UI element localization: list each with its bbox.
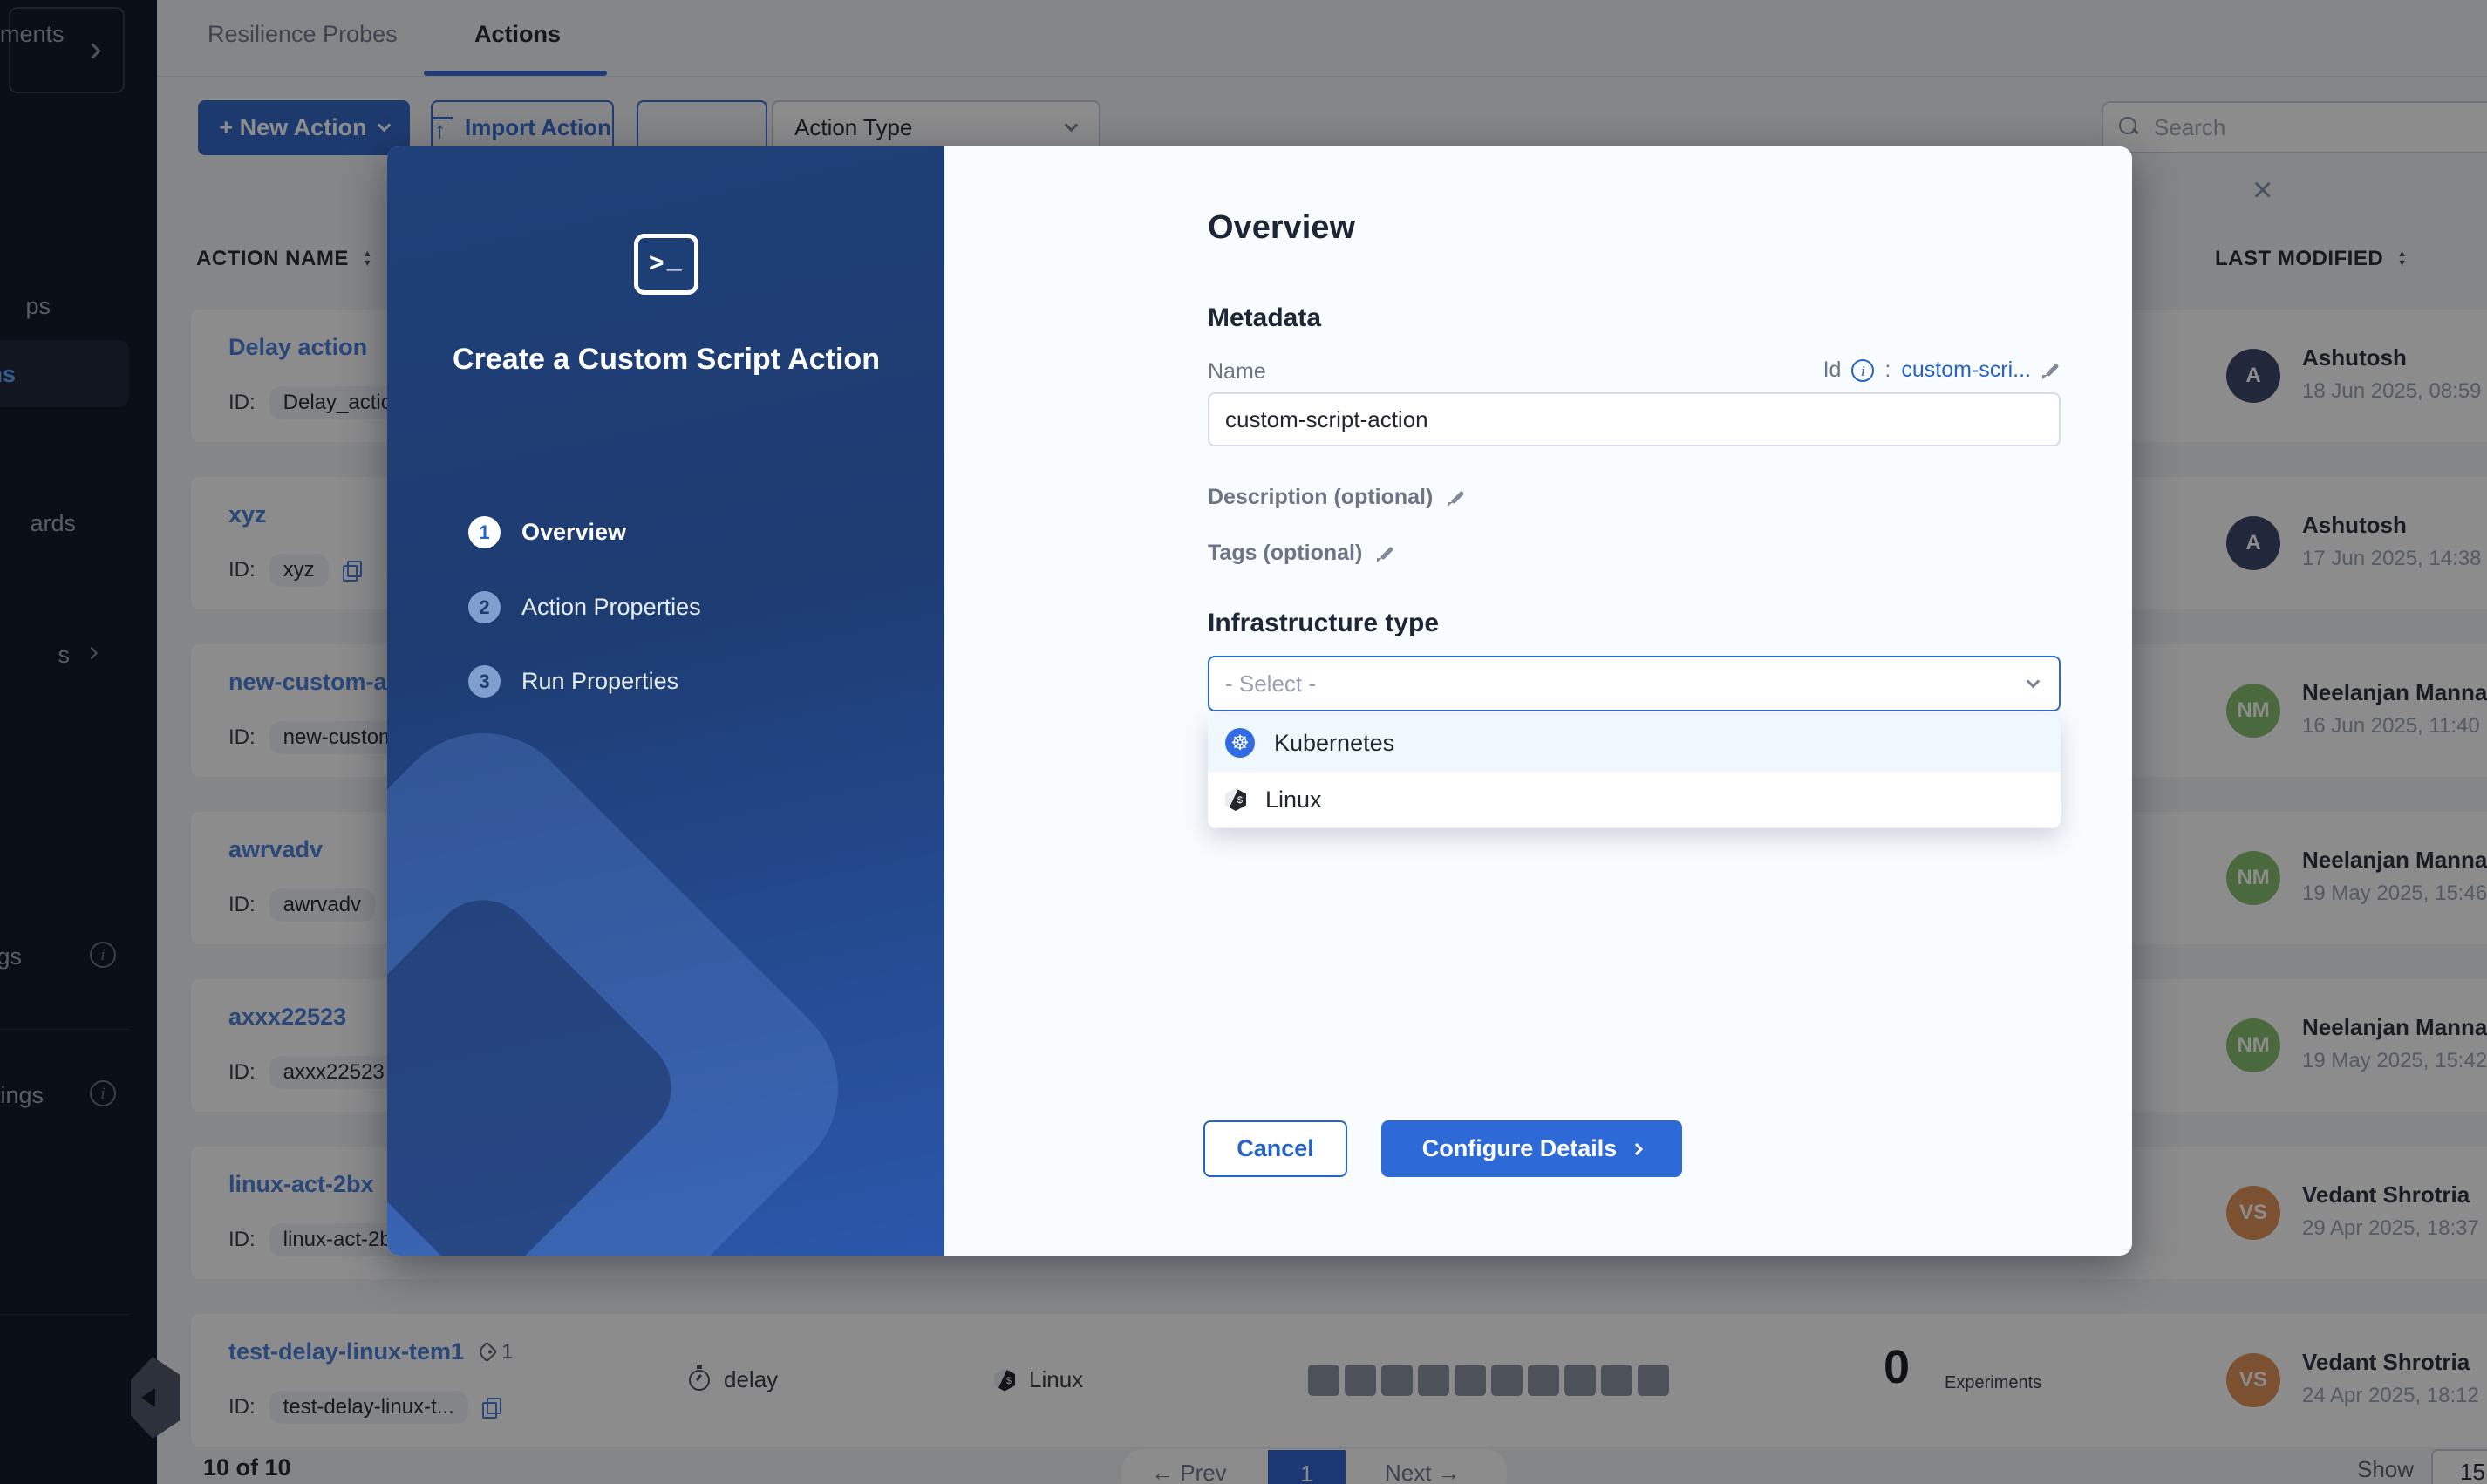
cancel-button[interactable]: Cancel xyxy=(1203,1120,1347,1177)
info-icon[interactable]: i xyxy=(1851,359,1874,382)
id-row: Id i : custom-scri... xyxy=(1208,357,2061,383)
step-number: 3 xyxy=(468,665,501,698)
create-custom-script-action-modal: >_ Create a Custom Script Action 1 Overvi… xyxy=(387,146,2132,1256)
kubernetes-icon: ☸ xyxy=(1225,728,1255,758)
id-label: Id xyxy=(1823,357,1842,383)
step-label: Run Properties xyxy=(521,668,678,695)
configure-details-label: Configure Details xyxy=(1422,1135,1618,1162)
app-root: mentspsonsardssgsiettingsi Resilience Pr… xyxy=(0,0,2487,1484)
name-input[interactable] xyxy=(1208,392,2061,446)
select-placeholder: - Select - xyxy=(1225,671,1316,698)
close-icon[interactable]: × xyxy=(2252,173,2272,208)
step-label: Overview xyxy=(521,519,626,546)
infrastructure-type-select[interactable]: - Select - xyxy=(1208,656,2061,711)
chevron-right-icon xyxy=(1631,1142,1643,1154)
edit-tags-icon[interactable] xyxy=(1376,544,1395,563)
id-value-link[interactable]: custom-scri... xyxy=(1901,357,2031,383)
id-separator: : xyxy=(1884,357,1891,383)
infrastructure-type-heading: Infrastructure type xyxy=(1208,609,1439,638)
step-label: Action Properties xyxy=(521,594,701,621)
infrastructure-dropdown-menu: ☸ Kubernetes Linux xyxy=(1208,715,2061,828)
wizard-step-run-properties[interactable]: 3 Run Properties xyxy=(468,665,678,698)
dropdown-option-linux[interactable]: Linux xyxy=(1208,772,2061,828)
wizard-step-overview[interactable]: 1 Overview xyxy=(468,516,626,548)
description-row: Description (optional) xyxy=(1208,485,1466,510)
edit-description-icon[interactable] xyxy=(1447,488,1466,507)
modal-actions: Cancel Configure Details xyxy=(1203,1120,1682,1177)
pane-title: Overview xyxy=(1208,209,1355,247)
chevron-down-icon xyxy=(2027,674,2041,688)
option-label: Kubernetes xyxy=(1274,730,1394,757)
description-label: Description (optional) xyxy=(1208,485,1433,510)
terminal-icon: >_ xyxy=(634,234,698,295)
configure-details-button[interactable]: Configure Details xyxy=(1381,1120,1682,1177)
edit-id-icon[interactable] xyxy=(2041,361,2061,380)
step-number: 1 xyxy=(468,516,501,548)
metadata-heading: Metadata xyxy=(1208,303,1321,333)
linux-icon xyxy=(1225,788,1246,811)
wizard-title: Create a Custom Script Action xyxy=(439,340,893,379)
overview-pane: × Overview Metadata Name Id i : custom-s… xyxy=(944,146,2132,1256)
option-label: Linux xyxy=(1265,786,1322,813)
step-number: 2 xyxy=(468,591,501,623)
tags-label: Tags (optional) xyxy=(1208,541,1362,566)
tags-row: Tags (optional) xyxy=(1208,541,1395,566)
wizard-step-action-properties[interactable]: 2 Action Properties xyxy=(468,591,701,623)
dropdown-option-kubernetes[interactable]: ☸ Kubernetes xyxy=(1208,715,2061,772)
wizard-panel: >_ Create a Custom Script Action 1 Overvi… xyxy=(387,146,944,1256)
